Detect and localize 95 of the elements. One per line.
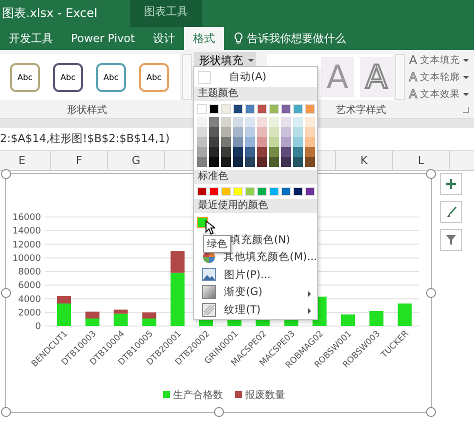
color-swatch[interactable] xyxy=(233,116,242,126)
axis-label: 16000 xyxy=(12,213,41,223)
menu-item[interactable]: 渐变(G) xyxy=(194,284,317,301)
color-swatch[interactable] xyxy=(305,104,314,114)
texture-icon xyxy=(202,302,216,317)
shape-style-swatch[interactable]: Abc xyxy=(139,62,169,92)
bar[interactable] xyxy=(57,296,71,304)
column-header[interactable]: K xyxy=(336,151,393,170)
section-header: 最近使用的颜色 xyxy=(194,199,317,213)
gallery-scrollbar[interactable] xyxy=(395,54,405,100)
mouse-pointer-icon xyxy=(205,220,215,235)
color-swatch[interactable] xyxy=(269,104,278,114)
axis-label: 14000 xyxy=(12,226,41,237)
menu-item[interactable]: 图片(P)... xyxy=(194,266,317,284)
menu-item[interactable]: 自动(A) xyxy=(194,67,317,87)
color-swatch[interactable] xyxy=(269,186,278,196)
axis-label: 0 xyxy=(35,322,41,332)
lightbulb-icon xyxy=(234,32,243,45)
axis-label: 12000 xyxy=(12,240,41,250)
bar[interactable] xyxy=(114,314,128,326)
color-swatch[interactable] xyxy=(197,104,206,114)
tell-me-field[interactable]: 告诉我你想要做什么 xyxy=(224,27,346,50)
color-swatch[interactable] xyxy=(209,116,218,126)
ribbon-tab[interactable]: Power Pivot xyxy=(62,27,144,50)
axis-label: 8000 xyxy=(18,268,41,278)
formula-text: 2:$A$14,柱形图!$B$2:$B$14,1) xyxy=(0,132,170,145)
menu-item[interactable]: 纹理(T) xyxy=(194,301,317,318)
text-command-button[interactable]: A 文本轮廓 xyxy=(407,70,472,84)
ribbon-tab[interactable]: 格式 xyxy=(184,27,224,50)
color-swatch[interactable] xyxy=(245,116,254,126)
color-swatch[interactable] xyxy=(293,116,302,126)
color-swatch[interactable] xyxy=(209,104,218,114)
group-label: 形状样式 xyxy=(67,104,107,117)
shape-style-swatch[interactable]: Abc xyxy=(96,62,126,92)
resize-handle[interactable] xyxy=(426,169,436,179)
chart-filter-button[interactable] xyxy=(440,229,462,251)
ribbon-tab[interactable]: 开发工具 xyxy=(0,27,62,50)
color-swatch[interactable] xyxy=(233,104,242,114)
section-header: 标准色 xyxy=(194,170,317,184)
color-swatch[interactable] xyxy=(257,104,266,114)
color-swatch[interactable] xyxy=(233,186,242,196)
color-swatch[interactable] xyxy=(245,186,254,196)
gallery-scrollbar[interactable] xyxy=(182,54,192,100)
group-label: 艺术字样式 xyxy=(336,104,386,117)
color-swatch[interactable] xyxy=(197,116,206,126)
chart-styles-button[interactable] xyxy=(440,201,462,223)
bar[interactable] xyxy=(85,312,100,318)
color-swatch[interactable] xyxy=(293,104,302,114)
resize-handle[interactable] xyxy=(1,169,11,179)
ribbon-tab[interactable]: 设计 xyxy=(144,27,184,50)
color-swatch[interactable] xyxy=(209,186,218,196)
dialog-launcher-icon[interactable] xyxy=(463,107,469,113)
axis-label: 6000 xyxy=(18,281,41,292)
color-swatch[interactable] xyxy=(221,116,230,126)
color-swatch[interactable] xyxy=(281,116,290,126)
bar[interactable] xyxy=(170,251,185,273)
color-swatch[interactable] xyxy=(257,186,266,196)
color-swatch[interactable] xyxy=(221,186,230,196)
color-swatch[interactable] xyxy=(245,104,254,114)
color-swatch[interactable] xyxy=(305,186,314,196)
legend-label: 生产合格数 xyxy=(173,390,223,401)
color-swatch[interactable] xyxy=(293,186,302,196)
column-header[interactable]: F xyxy=(51,151,108,170)
color-swatch[interactable] xyxy=(221,104,230,114)
context-tab-group: 图表工具 xyxy=(130,0,202,27)
picture-icon xyxy=(202,268,216,282)
text-command-button[interactable]: A 文本效果 xyxy=(407,87,472,101)
axis-label: 10000 xyxy=(12,254,41,264)
shape-style-swatch[interactable]: Abc xyxy=(53,62,83,92)
filter-icon xyxy=(445,234,457,246)
gradient-icon xyxy=(202,285,216,300)
shape-style-swatch[interactable]: Abc xyxy=(10,62,40,92)
resize-handle[interactable] xyxy=(426,407,436,417)
color-swatch[interactable] xyxy=(305,116,314,126)
plus-icon xyxy=(445,178,457,190)
color-swatch[interactable] xyxy=(197,186,206,196)
color-swatch[interactable] xyxy=(269,116,278,126)
color-swatch[interactable] xyxy=(257,116,266,126)
bar[interactable] xyxy=(114,310,128,314)
legend-label: 报废数量 xyxy=(245,390,285,401)
resize-handle[interactable] xyxy=(1,288,11,298)
add-chart-element-button[interactable] xyxy=(440,173,462,195)
axis-label: 2000 xyxy=(18,308,41,318)
color-swatch[interactable] xyxy=(281,104,290,114)
color-swatch[interactable] xyxy=(281,186,290,196)
resize-handle[interactable] xyxy=(1,407,11,417)
tooltip: 绿色 xyxy=(203,235,231,253)
resize-handle[interactable] xyxy=(426,288,436,298)
brush-icon xyxy=(445,206,457,218)
axis-label: 4000 xyxy=(18,294,41,305)
section-header: 主题颜色 xyxy=(194,87,317,101)
resize-handle[interactable] xyxy=(214,407,224,417)
column-header[interactable]: G xyxy=(108,151,165,170)
text-command-button[interactable]: A 文本填充 xyxy=(407,53,472,67)
window-title: 图表.xlsx - Excel xyxy=(1,5,98,22)
